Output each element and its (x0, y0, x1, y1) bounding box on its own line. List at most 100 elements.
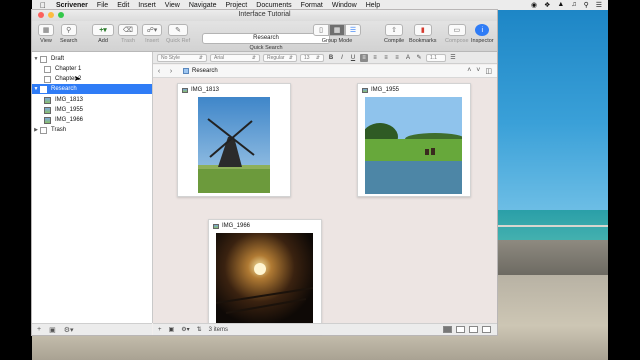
apple-icon[interactable]:  (38, 1, 48, 10)
forward-arrow-icon[interactable]: › (165, 68, 177, 75)
weight-select[interactable]: Regular ⇵ (263, 53, 297, 62)
binder-item-trash[interactable]: ▶ Trash (32, 125, 152, 135)
binder-item-label: Draft (51, 56, 65, 62)
insert-tool[interactable]: ☍▾ Insert (142, 24, 162, 44)
line-spacing-select[interactable]: 1.1 (426, 53, 446, 62)
menu-format[interactable]: Format (301, 2, 323, 9)
document-mode-icon[interactable]: ▯ (313, 24, 329, 36)
menu-file[interactable]: File (97, 2, 108, 9)
notification-center-icon[interactable]: ☰ (596, 1, 602, 9)
title-bar: Interface Tutorial (32, 10, 497, 21)
binder-item-chapter-1[interactable]: Chapter 1 (32, 64, 152, 74)
quick-search-input[interactable]: Research (202, 33, 330, 44)
style-value: No Style (161, 54, 180, 61)
menu-help[interactable]: Help (366, 2, 380, 9)
trash-icon (40, 126, 47, 134)
add-item-icon[interactable]: + (37, 326, 41, 333)
bold-button[interactable]: B (327, 54, 335, 62)
search-icon[interactable]: ⚲ (60, 24, 77, 36)
grid-view-icon[interactable] (482, 326, 491, 333)
gear-icon[interactable]: ⚙▾ (64, 326, 74, 334)
split-editor-icon[interactable]: ◫ (485, 67, 492, 75)
view-tool[interactable]: ▦ View (38, 24, 54, 44)
view-icon[interactable]: ▦ (38, 24, 54, 36)
add-icon[interactable]: +▾ (92, 24, 114, 36)
corkboard-icon[interactable]: ▦ (329, 24, 345, 36)
insert-icon[interactable]: ☍▾ (142, 24, 162, 36)
windmill-photo (198, 97, 270, 193)
down-arrow-icon[interactable]: ˅ (476, 67, 480, 75)
index-card-img-1955[interactable]: IMG_1955 (357, 83, 471, 197)
add-tool[interactable]: +▾ Add (92, 24, 114, 44)
bookmark-icon[interactable]: ▮ (413, 24, 432, 36)
up-arrow-icon[interactable]: ˄ (467, 67, 471, 75)
corkboard-view-icon[interactable] (443, 326, 452, 333)
index-card-img-1966[interactable]: IMG_1966 (208, 219, 322, 333)
image-icon (213, 223, 219, 229)
binder-item-draft[interactable]: ▼ Draft (32, 54, 152, 64)
italic-button[interactable]: I (338, 54, 346, 62)
font-select[interactable]: Arial ⇵ (210, 53, 260, 62)
outliner-icon[interactable]: ☰ (345, 24, 361, 36)
binder-item-img-1966[interactable]: IMG_1966 (32, 115, 152, 125)
add-folder-icon[interactable]: ▣ (169, 326, 175, 333)
stack-view-icon[interactable] (469, 326, 478, 333)
size-select[interactable]: 13 ⇵ (300, 53, 324, 62)
menu-edit[interactable]: Edit (117, 2, 129, 9)
group-mode-tool[interactable]: ▯ ▦ ☰ Group Mode (313, 24, 361, 44)
binder-item-img-1813[interactable]: IMG_1813 (32, 95, 152, 105)
underline-button[interactable]: U (349, 54, 357, 62)
view-options-icon[interactable]: ⇅ (197, 326, 202, 333)
align-left-icon[interactable]: ≡ (360, 53, 368, 62)
status-circle-icon[interactable]: ◉ (531, 1, 537, 9)
align-right-icon[interactable]: ≡ (382, 54, 390, 62)
menu-project[interactable]: Project (225, 2, 247, 9)
menu-window[interactable]: Window (332, 2, 357, 9)
binder-item-research[interactable]: ▼ Research (32, 84, 152, 94)
trash-icon[interactable]: ⌫ (118, 24, 138, 36)
align-center-icon[interactable]: ≡ (371, 54, 379, 62)
quick-ref-tool[interactable]: ✎ Quick Ref (166, 24, 190, 44)
back-arrow-icon[interactable]: ‹ (153, 68, 165, 75)
compose-icon[interactable]: ▭ (447, 24, 466, 36)
justify-icon[interactable]: ≡ (393, 54, 401, 62)
lamp-photo (216, 233, 313, 330)
compile-icon[interactable]: ⇧ (385, 24, 404, 36)
disclosure-open-icon[interactable]: ▼ (32, 86, 40, 92)
spotlight-icon[interactable]: ⚲ (584, 1, 589, 9)
list-icon[interactable]: ☰ (449, 54, 457, 62)
menu-app-name[interactable]: Scrivener (56, 2, 88, 9)
binder-item-img-1955[interactable]: IMG_1955 (32, 105, 152, 115)
item-count: 3 items (208, 326, 228, 333)
index-card-img-1813[interactable]: IMG_1813 (177, 83, 291, 197)
dropbox-icon[interactable]: ❖ (544, 1, 550, 9)
menu-insert[interactable]: Insert (138, 2, 156, 9)
chevron-down-icon: ⇵ (288, 54, 293, 61)
text-color-icon[interactable]: A (404, 54, 412, 62)
binder-item-chapter-2[interactable]: Chapter 2 (32, 74, 152, 84)
trash-tool[interactable]: ⌫ Trash (118, 24, 138, 44)
binder-item-label: Chapter 1 (55, 66, 82, 72)
wifi-icon[interactable]: ▲ (557, 1, 564, 9)
header-title[interactable]: Research (192, 68, 218, 74)
compile-tool[interactable]: ⇧ Compile (384, 24, 404, 44)
disclosure-open-icon[interactable]: ▼ (32, 56, 40, 62)
bookmarks-tool[interactable]: ▮ Bookmarks (409, 24, 437, 44)
freeform-view-icon[interactable] (456, 326, 465, 333)
add-folder-icon[interactable]: ▣ (49, 326, 56, 334)
disclosure-closed-icon[interactable]: ▶ (32, 127, 40, 133)
compose-tool[interactable]: ▭ Compose (445, 24, 469, 44)
menu-view[interactable]: View (165, 2, 180, 9)
info-icon[interactable]: i (475, 24, 490, 36)
style-select[interactable]: No Style ⇵ (157, 53, 207, 62)
chevron-down-icon: ⇵ (251, 54, 256, 61)
menu-navigate[interactable]: Navigate (189, 2, 217, 9)
menu-documents[interactable]: Documents (256, 2, 291, 9)
quick-ref-icon[interactable]: ✎ (168, 24, 189, 36)
inspector-tool[interactable]: i Inspector (471, 24, 494, 44)
search-tool[interactable]: ⚲ Search (60, 24, 77, 44)
add-item-icon[interactable]: + (158, 327, 162, 333)
gear-icon[interactable]: ⚙▾ (181, 326, 189, 333)
highlight-icon[interactable]: ✎ (415, 54, 423, 62)
volume-icon[interactable]: ♫ (571, 1, 576, 9)
